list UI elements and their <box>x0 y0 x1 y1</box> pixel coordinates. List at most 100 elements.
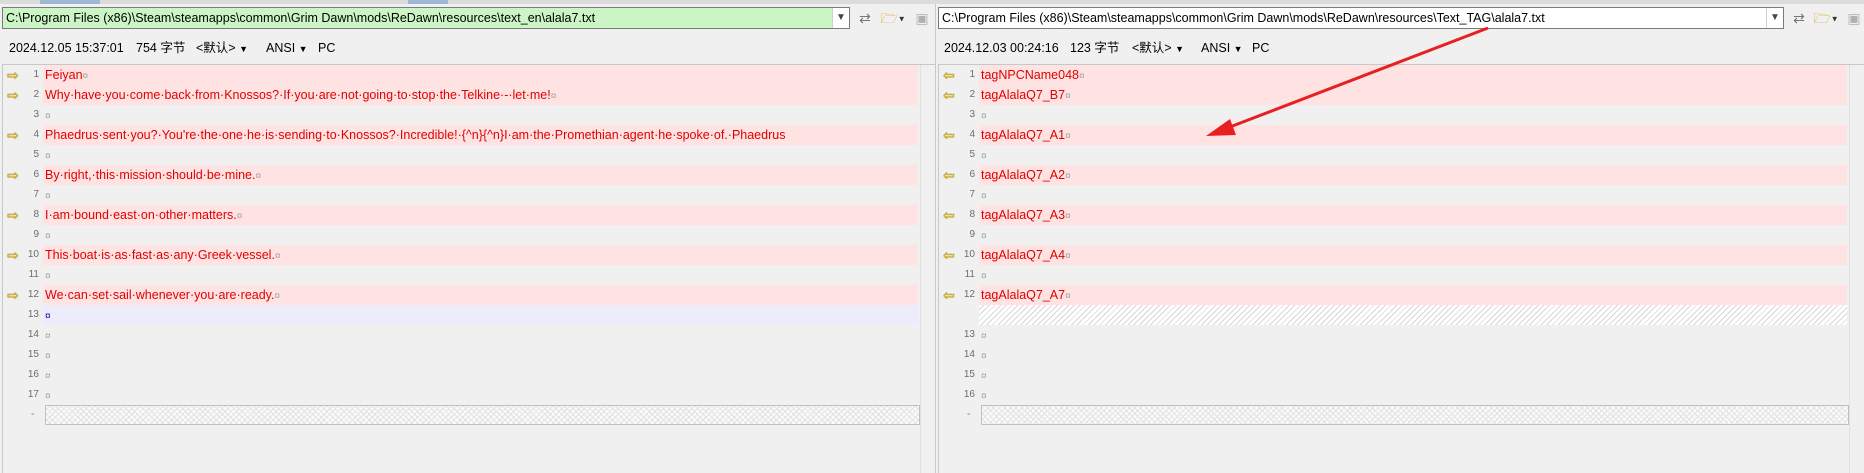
line-number: 16 <box>963 389 975 400</box>
left-line-ending[interactable]: PC <box>318 38 335 58</box>
line-number: 12 <box>27 289 39 300</box>
right-timestamp: 2024.12.03 00:24:16 <box>944 41 1059 55</box>
left-text-editor[interactable]: ⇨ 1 Feiyan¤ ⇨ 2 Why·have·you·come·back·from·K… <box>2 64 935 473</box>
left-line[interactable]: 9 ¤ <box>3 225 920 245</box>
end-of-line-marker: ¤ <box>981 231 987 242</box>
left-encoding-select[interactable]: <默认> ▼ <box>196 38 248 59</box>
line-text: Why·have·you·come·back·from·Knossos?·If·… <box>45 85 916 105</box>
left-vertical-scrollbar[interactable] <box>920 65 935 473</box>
left-line[interactable]: ⇨ 6 By·right,·this·mission·should·be·mine.… <box>3 165 920 185</box>
line-text: We·can·set·sail·whenever·you·are·ready.¤ <box>45 285 916 305</box>
line-text: ¤ <box>45 225 916 245</box>
line-number: 3 <box>969 109 975 120</box>
end-of-line-marker: ¤ <box>274 251 281 262</box>
left-line[interactable]: ⇨ 4 Phaedrus·sent·you?·You're·the·one·he·i… <box>3 125 920 145</box>
right-encoding-label: <默认> <box>1132 41 1172 55</box>
left-line[interactable]: 17 ¤ <box>3 385 920 405</box>
right-charset-select[interactable]: ANSI ▼ <box>1201 38 1243 59</box>
line-text: ¤ <box>981 385 1845 405</box>
left-line[interactable]: 16 ¤ <box>3 365 920 385</box>
end-of-line-marker: ¤ <box>550 91 557 102</box>
line-content: tagAlalaQ7_B7 <box>981 88 1066 102</box>
right-line[interactable]: ⇦ 12 tagAlalaQ7_A7¤ <box>939 285 1849 305</box>
line-text: I·am·bound·east·on·other·matters.¤ <box>45 205 916 225</box>
line-number: 14 <box>27 329 39 340</box>
right-encoding-select[interactable]: <默认> ▼ <box>1132 38 1184 59</box>
right-line[interactable]: 11 ¤ <box>939 265 1849 285</box>
right-text-editor[interactable]: ⇦ 1 tagNPCName048¤ ⇦ 2 tagAlalaQ7_B7¤ 3 ¤ ⇦ 4 tagA… <box>938 64 1864 473</box>
line-content: tagAlalaQ7_A1 <box>981 128 1066 142</box>
end-of-line-marker: ¤ <box>981 151 987 162</box>
line-number: 17 <box>27 389 39 400</box>
line-text: ¤ <box>45 185 916 205</box>
left-line[interactable]: ⇨ 10 This·boat·is·as·fast·as·any·Greek·ves… <box>3 245 920 265</box>
left-line[interactable]: 5 ¤ <box>3 145 920 165</box>
end-of-line-marker: ¤ <box>1065 91 1071 102</box>
left-file-size: 754 字节 <box>136 41 186 55</box>
right-vertical-scrollbar[interactable] <box>1849 65 1864 473</box>
line-text: ¤ <box>45 305 916 325</box>
line-text: ¤ <box>45 105 916 125</box>
end-of-line-marker: ¤ <box>981 271 987 282</box>
right-line[interactable]: ⇦ 2 tagAlalaQ7_B7¤ <box>939 85 1849 105</box>
swap-icon[interactable]: ⇄ <box>1790 9 1808 27</box>
right-line[interactable]: ⇦ 8 tagAlalaQ7_A3¤ <box>939 205 1849 225</box>
line-text: tagAlalaQ7_A7¤ <box>981 285 1845 305</box>
open-folder-icon[interactable]: 🗁▼ <box>878 9 908 27</box>
left-line[interactable]: ⇨ 2 Why·have·you·come·back·from·Knossos?·I… <box>3 85 920 105</box>
line-text: tagAlalaQ7_B7¤ <box>981 85 1845 105</box>
end-of-line-marker: ¤ <box>45 111 51 122</box>
left-line[interactable]: ⇨ 8 I·am·bound·east·on·other·matters.¤ <box>3 205 920 225</box>
line-number: 11 <box>28 269 39 280</box>
swap-icon[interactable]: ⇄ <box>856 9 874 27</box>
save-icon[interactable]: ▣ <box>914 9 930 27</box>
left-line[interactable]: 15 ¤ <box>3 345 920 365</box>
left-line[interactable]: ⇨ 1 Feiyan¤ <box>3 65 920 85</box>
end-of-line-marker: ¤ <box>1065 291 1071 302</box>
chevron-down-icon[interactable]: ▼ <box>1766 8 1783 28</box>
open-folder-icon[interactable]: 🗁▼ <box>1811 9 1841 27</box>
left-line[interactable]: 14 ¤ <box>3 325 920 345</box>
right-line[interactable]: 14 ¤ <box>939 345 1849 365</box>
line-number: 8 <box>969 209 975 220</box>
line-content: This·boat·is·as·fast·as·any·Greek·vessel… <box>45 248 275 262</box>
right-line[interactable]: 16 ¤ <box>939 385 1849 405</box>
end-of-line-marker: ¤ <box>45 351 51 362</box>
right-line[interactable]: 7 ¤ <box>939 185 1849 205</box>
save-icon[interactable]: ▣ <box>1846 9 1862 27</box>
left-charset-select[interactable]: ANSI ▼ <box>266 38 308 59</box>
right-line-ending[interactable]: PC <box>1252 38 1269 58</box>
end-of-line-marker: ¤ <box>981 391 987 402</box>
line-number: 7 <box>969 189 975 200</box>
right-line[interactable]: 15 ¤ <box>939 365 1849 385</box>
missing-line-hatch <box>979 305 1847 325</box>
line-text: ¤ <box>45 345 916 365</box>
left-line[interactable]: ⇨ 12 We·can·set·sail·whenever·you·are·read… <box>3 285 920 305</box>
left-line[interactable]: 13 ¤ <box>3 305 920 325</box>
line-content: Phaedrus·sent·you?·You're·the·one·he·is·… <box>45 128 786 142</box>
left-line[interactable]: 7 ¤ <box>3 185 920 205</box>
left-line[interactable]: 3 ¤ <box>3 105 920 125</box>
line-number: 13 <box>27 309 39 320</box>
right-line[interactable]: 5 ¤ <box>939 145 1849 165</box>
end-of-file-area <box>981 405 1849 425</box>
left-line[interactable]: 11 ¤ <box>3 265 920 285</box>
line-text: Phaedrus·sent·you?·You're·the·one·he·is·… <box>45 125 916 145</box>
right-line[interactable]: 9 ¤ <box>939 225 1849 245</box>
end-of-line-marker: ¤ <box>236 211 243 222</box>
right-line[interactable]: ⇦ 6 tagAlalaQ7_A2¤ <box>939 165 1849 185</box>
end-of-line-marker: ¤ <box>981 351 987 362</box>
left-file-path-input[interactable]: C:\Program Files (x86)\Steam\steamapps\c… <box>2 7 850 29</box>
right-file-path-input[interactable]: C:\Program Files (x86)\Steam\steamapps\c… <box>938 7 1784 29</box>
line-content: Feiyan <box>45 68 83 82</box>
right-line[interactable]: ⇦ 10 tagAlalaQ7_A4¤ <box>939 245 1849 265</box>
right-line[interactable]: ⇦ 4 tagAlalaQ7_A1¤ <box>939 125 1849 145</box>
line-number: 10 <box>27 249 39 260</box>
right-line[interactable]: ⇦ 1 tagNPCName048¤ <box>939 65 1849 85</box>
right-line[interactable]: 3 ¤ <box>939 105 1849 125</box>
right-line[interactable]: 13 ¤ <box>939 325 1849 345</box>
line-content: tagAlalaQ7_A3 <box>981 208 1066 222</box>
chevron-down-icon[interactable]: ▼ <box>832 8 849 28</box>
line-text: ¤ <box>981 225 1845 245</box>
line-number: 9 <box>33 229 39 240</box>
